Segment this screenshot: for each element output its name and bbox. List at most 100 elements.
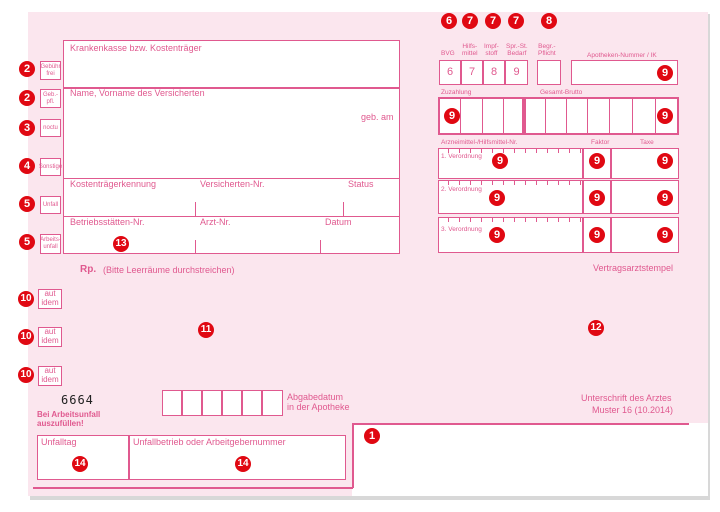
noctu-checkbox[interactable]: noctu (40, 119, 61, 137)
marker-3: 3 (19, 120, 35, 136)
unterschrift-label: Unterschrift des Arztes (581, 393, 672, 403)
code-mark: 6664 (61, 393, 94, 407)
arbeitsunfall-checkbox[interactable]: Arbeits- unfall (40, 234, 61, 254)
krankenkasse-label: Krankenkasse bzw. Kostenträger (70, 43, 202, 53)
unfall-checkbox[interactable]: Unfall (40, 196, 61, 214)
row-tick (481, 181, 482, 185)
datum-label: Datum (325, 217, 352, 227)
marker-9: 9 (657, 108, 673, 124)
marker-10: 10 (18, 367, 34, 383)
row-tick (514, 181, 515, 185)
sonstige-checkbox[interactable]: Sonstige (39, 158, 62, 176)
row-tick (525, 149, 526, 153)
row-tick (503, 218, 504, 222)
hilfsmittel-digit: 7 (468, 66, 476, 78)
aut-idem-1-checkbox[interactable]: aut idem (38, 289, 62, 309)
unfallbetrieb-label: Unfallbetrieb oder Arbeitgebernummer (133, 437, 286, 447)
marker-1: 1 (364, 428, 380, 444)
marker-10: 10 (18, 291, 34, 307)
marker-4: 4 (19, 158, 35, 174)
row-tick (525, 181, 526, 185)
marker-9: 9 (589, 153, 605, 169)
row-tick (448, 181, 449, 185)
impfstoff-label: Impf- stoff (484, 43, 499, 58)
marker-9: 9 (657, 227, 673, 243)
gesamt-brutto-label: Gesamt-Brutto (540, 89, 583, 96)
muster-label: Muster 16 (10.2014) (592, 405, 674, 415)
row-tick (536, 181, 537, 185)
row-tick (536, 218, 537, 222)
marker-14: 14 (72, 456, 88, 472)
marker-2: 2 (19, 90, 35, 106)
geb-pfl-checkbox[interactable]: Geb.- pfl. (40, 89, 61, 108)
row-tick (514, 149, 515, 153)
aut-idem-3-checkbox[interactable]: aut idem (38, 366, 62, 386)
marker-10: 10 (18, 329, 34, 345)
unfalltag-label: Unfalltag (41, 437, 77, 447)
arzt-nr-label: Arzt-Nr. (200, 217, 231, 227)
marker-5: 5 (19, 234, 35, 250)
row-tick (569, 218, 570, 222)
marker-7: 7 (462, 13, 478, 29)
cutout-area (352, 423, 708, 496)
row-tick (503, 181, 504, 185)
abgabedatum-box-3[interactable] (202, 390, 222, 416)
marker-5: 5 (19, 196, 35, 212)
verordnung-1-label: 1. Verordnung (441, 153, 482, 160)
rp-hint: (Bitte Leerräume durchstreichen) (103, 265, 235, 275)
verordnung-3-label: 3. Verordnung (441, 226, 482, 233)
marker-7: 7 (485, 13, 501, 29)
name-field[interactable] (63, 88, 400, 254)
verordnung-3-box[interactable] (438, 217, 583, 253)
aut-idem-2-checkbox[interactable]: aut idem (38, 327, 62, 347)
abgabedatum-box-2[interactable] (182, 390, 202, 416)
hilfsmittel-label: Hilfs- mittel (462, 43, 478, 58)
marker-6: 6 (441, 13, 457, 29)
abgabedatum-box-5[interactable] (242, 390, 262, 416)
row-tick (558, 149, 559, 153)
taxe-label: Taxe (640, 139, 654, 146)
row-tick (547, 149, 548, 153)
marker-11: 11 (198, 322, 214, 338)
marker-9: 9 (657, 65, 673, 81)
row-tick (536, 149, 537, 153)
marker-9: 9 (657, 190, 673, 206)
row-tick (580, 149, 581, 153)
bvg-label: BVG (441, 50, 455, 57)
row-tick (569, 181, 570, 185)
kostentraegerkennung-label: Kostenträgerkennung (70, 179, 157, 189)
faktor-label: Faktor (591, 139, 610, 146)
vertragsarztstempel-label: Vertragsarztstempel (593, 263, 674, 273)
geb-am-label: geb. am (361, 112, 394, 122)
betriebsstaetten-nr-label: Betriebsstätten-Nr. (70, 217, 145, 227)
marker-9: 9 (589, 190, 605, 206)
row-tick (459, 149, 460, 153)
abgabedatum-box-1[interactable] (162, 390, 182, 416)
row-tick (470, 218, 471, 222)
zuzahlung-label: Zuzahlung (441, 89, 472, 96)
marker-8: 8 (541, 13, 557, 29)
begr-pflicht-box[interactable] (537, 60, 561, 85)
abgabedatum-box-6[interactable] (262, 390, 283, 416)
marker-9: 9 (657, 153, 673, 169)
gebuehr-frei-checkbox[interactable]: Gebühr frei (40, 61, 61, 80)
begr-pflicht-label: Begr.- Pflicht (538, 43, 556, 58)
rp-label: Rp. (80, 264, 97, 275)
verordnung-2-label: 2. Verordnung (441, 186, 482, 193)
marker-9: 9 (489, 190, 505, 206)
marker-7: 7 (508, 13, 524, 29)
marker-14: 14 (235, 456, 251, 472)
row-tick (580, 218, 581, 222)
row-tick (492, 218, 493, 222)
marker-13: 13 (113, 236, 129, 252)
marker-9: 9 (492, 153, 508, 169)
row-tick (558, 218, 559, 222)
row-tick (470, 149, 471, 153)
name-label: Name, Vorname des Versicherten (70, 88, 205, 98)
row-tick (459, 181, 460, 185)
abgabedatum-box-4[interactable] (222, 390, 242, 416)
row-tick (459, 218, 460, 222)
arbeitsunfall-note: Bei Arbeitsunfall auszufüllen! (37, 410, 101, 428)
marker-9: 9 (444, 108, 460, 124)
row-tick (492, 149, 493, 153)
